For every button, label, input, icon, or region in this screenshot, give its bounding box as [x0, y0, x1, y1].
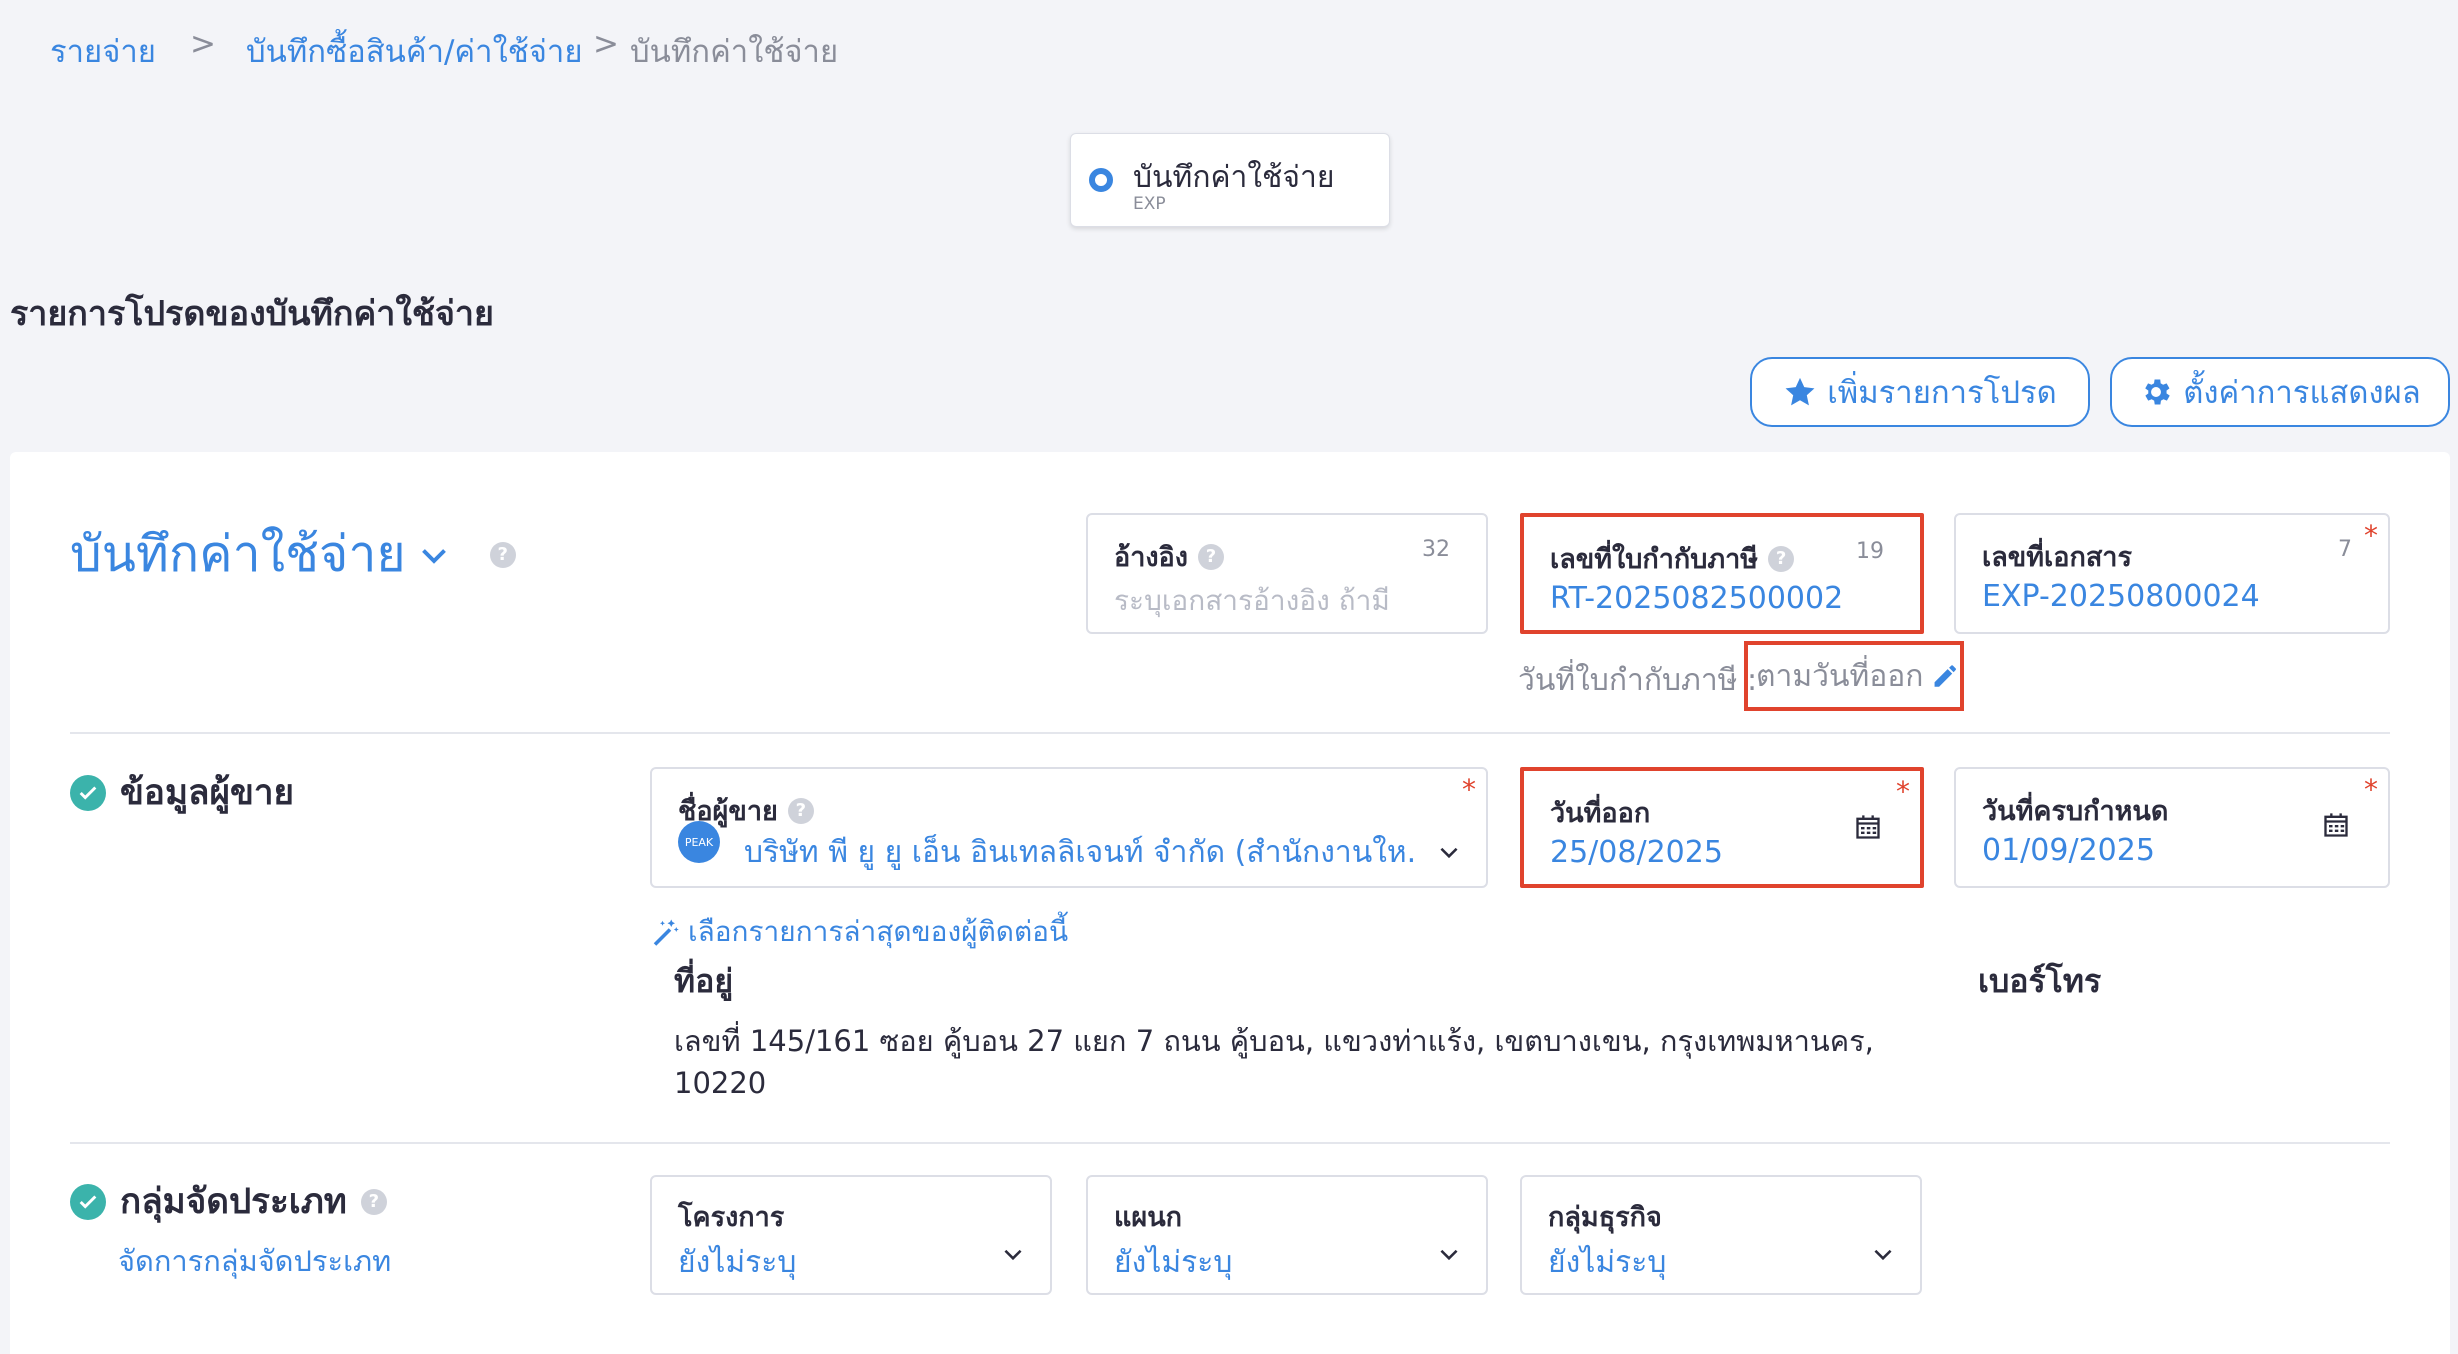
business-group-label: กลุ่มธุรกิจ: [1548, 1202, 1662, 1233]
help-icon[interactable]: ?: [489, 541, 516, 568]
favorites-title: รายการโปรดของบันทึกค่าใช้จ่าย: [10, 294, 494, 334]
project-select[interactable]: โครงการ ยังไม่ระบุ: [650, 1175, 1052, 1295]
project-value: ยังไม่ระบุ: [678, 1245, 797, 1280]
department-label: แผนก: [1114, 1202, 1183, 1233]
department-select[interactable]: แผนก ยังไม่ระบุ: [1086, 1175, 1488, 1295]
calendar-icon[interactable]: [2322, 811, 2350, 839]
project-label: โครงการ: [678, 1202, 785, 1233]
tax-invoice-number-input[interactable]: RT-2025082500002: [1550, 581, 1843, 616]
phone-label: เบอร์โทร: [1978, 962, 2102, 1000]
chevron-down-icon[interactable]: [1436, 839, 1462, 865]
address-line-2: 10220: [674, 1066, 767, 1100]
vendor-name-select[interactable]: บริษัท พี ยู ยู เอ็น อินเทลลิเจนท์ จำกัด…: [744, 829, 1414, 876]
required-marker: *: [2364, 773, 2378, 806]
help-icon[interactable]: ?: [360, 1188, 387, 1215]
chevron-down-icon[interactable]: [1870, 1241, 1896, 1267]
chevron-down-icon[interactable]: [1436, 1241, 1462, 1267]
breadcrumb-separator: >: [593, 26, 619, 62]
vendor-avatar: PEAK: [678, 821, 720, 863]
magic-wand-icon: [653, 919, 679, 946]
tax-invoice-date-value: ตามวันที่ออก: [1756, 658, 1924, 694]
required-marker: *: [1462, 773, 1476, 806]
display-settings-button[interactable]: ตั้งค่าการแสดงผล: [2110, 357, 2450, 427]
latest-contact-link[interactable]: เลือกรายการล่าสุดของผู้ติดต่อนี้: [650, 910, 1068, 954]
page-title-text: บันทึกค่าใช้จ่าย: [70, 525, 406, 583]
reference-field[interactable]: อ้างอิง? 32 ระบุเอกสารอ้างอิง ถ้ามี: [1086, 513, 1488, 634]
pencil-icon[interactable]: [1931, 659, 1960, 693]
vendor-section-title: ข้อมูลผู้ขาย: [70, 765, 294, 820]
add-favorite-button[interactable]: เพิ่มรายการโปรด: [1750, 357, 2090, 427]
address-line-1: เลขที่ 145/161 ซอย คู้บอน 27 แยก 7 ถนน ค…: [674, 1024, 1874, 1058]
tax-invoice-number-field[interactable]: เลขที่ใบกำกับภาษี? 19 RT-2025082500002: [1520, 513, 1924, 634]
star-icon: [1785, 377, 1815, 406]
due-date-input[interactable]: 01/09/2025: [1982, 833, 2155, 868]
display-settings-label: ตั้งค่าการแสดงผล: [2183, 375, 2421, 411]
tax-invoice-date-label: วันที่ใบกำกับภาษี :: [1518, 663, 1758, 698]
section-divider: [70, 1142, 2390, 1144]
breadcrumb-current: บันทึกค่าใช้จ่าย: [630, 34, 839, 70]
issue-date-label: วันที่ออก: [1550, 798, 1651, 829]
check-circle-icon: [70, 1183, 106, 1220]
vendor-section-label: ข้อมูลผู้ขาย: [120, 773, 295, 813]
help-icon[interactable]: ?: [1768, 545, 1795, 572]
help-icon[interactable]: ?: [787, 797, 814, 824]
business-group-value: ยังไม่ระบุ: [1548, 1245, 1667, 1280]
due-date-label: วันที่ครบกำหนด: [1982, 796, 2169, 827]
vendor-name-field[interactable]: ชื่อผู้ขาย? * PEAK บริษัท พี ยู ยู เอ็น …: [650, 767, 1488, 888]
document-number-input[interactable]: EXP-20250800024: [1982, 579, 2260, 614]
manage-classification-link[interactable]: จัดการกลุ่มจัดประเภท: [118, 1238, 391, 1284]
add-favorite-label: เพิ่มรายการโปรด: [1827, 375, 2057, 411]
tax-invoice-char-count: 19: [1856, 539, 1884, 564]
department-value: ยังไม่ระบุ: [1114, 1245, 1233, 1280]
breadcrumb-expenses[interactable]: รายจ่าย: [50, 26, 156, 76]
tax-invoice-number-label: เลขที่ใบกำกับภาษี: [1550, 544, 1759, 575]
chevron-down-icon[interactable]: [416, 537, 452, 573]
latest-contact-label: เลือกรายการล่าสุดของผู้ติดต่อนี้: [688, 915, 1069, 948]
classification-section-title: กลุ่มจัดประเภท ?: [70, 1174, 387, 1229]
breadcrumb-purchase-expense[interactable]: บันทึกซื้อสินค้า/ค่าใช้จ่าย: [246, 26, 583, 76]
help-icon[interactable]: ?: [1197, 543, 1224, 570]
doc-type-radio[interactable]: [1089, 168, 1113, 192]
address-label: ที่อยู่: [674, 962, 734, 1000]
page-title[interactable]: บันทึกค่าใช้จ่าย ?: [70, 515, 516, 594]
business-group-select[interactable]: กลุ่มธุรกิจ ยังไม่ระบุ: [1520, 1175, 1922, 1295]
classification-section-label: กลุ่มจัดประเภท: [120, 1182, 347, 1222]
calendar-icon[interactable]: [1854, 813, 1882, 841]
chevron-down-icon[interactable]: [1000, 1241, 1026, 1267]
document-number-field[interactable]: เลขที่เอกสาร 7 * EXP-20250800024: [1954, 513, 2390, 634]
issue-date-input[interactable]: 25/08/2025: [1550, 835, 1723, 870]
tax-invoice-date-edit[interactable]: ตามวันที่ออก: [1744, 641, 1964, 711]
issue-date-field[interactable]: วันที่ออก * 25/08/2025: [1520, 767, 1924, 888]
required-marker: *: [2364, 519, 2378, 552]
reference-label: อ้างอิง: [1114, 542, 1188, 573]
doc-type-code: EXP: [1133, 194, 1166, 214]
reference-input[interactable]: ระบุเอกสารอ้างอิง ถ้ามี: [1114, 579, 1390, 623]
document-number-char-count: 7: [2338, 537, 2352, 562]
document-number-label: เลขที่เอกสาร: [1982, 542, 2132, 573]
section-divider: [70, 732, 2390, 734]
check-circle-icon: [70, 774, 106, 811]
due-date-field[interactable]: วันที่ครบกำหนด * 01/09/2025: [1954, 767, 2390, 888]
doc-type-option[interactable]: บันทึกค่าใช้จ่าย EXP: [1070, 133, 1390, 227]
gear-icon: [2145, 379, 2170, 405]
required-marker: *: [1896, 775, 1910, 808]
breadcrumb-separator: >: [190, 26, 216, 62]
reference-char-count: 32: [1422, 537, 1450, 562]
